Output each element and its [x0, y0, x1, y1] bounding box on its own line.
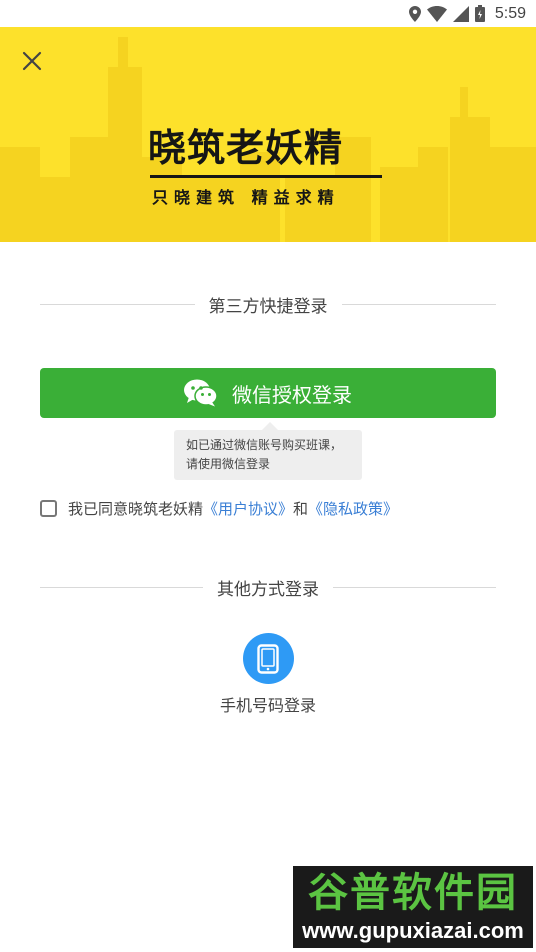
other-methods-divider: 其他方式登录: [40, 575, 496, 600]
battery-icon: [474, 5, 485, 22]
agreement-and: 和: [293, 500, 309, 518]
signal-icon: [452, 5, 469, 22]
divider-line: [40, 304, 195, 305]
site-watermark: 谷普软件园 www.gupuxiazai.com: [293, 866, 533, 948]
location-icon: [408, 5, 421, 22]
user-agreement-link[interactable]: 《用户协议》: [203, 498, 293, 519]
watermark-url: www.gupuxiazai.com: [302, 918, 524, 943]
brand-banner: 晓筑老妖精 只晓建筑 精益求精: [0, 27, 536, 242]
brand-logo: 晓筑老妖精 只晓建筑 精益求精: [148, 123, 392, 208]
third-party-login-title: 第三方快捷登录: [208, 297, 328, 317]
other-methods-title: 其他方式登录: [217, 580, 319, 600]
phone-icon: [257, 643, 279, 674]
wechat-icon: [184, 379, 218, 407]
wechat-tooltip: 如已通过微信账号购买班课，请使用微信登录: [174, 422, 362, 480]
agreement-checkbox[interactable]: [40, 500, 57, 517]
wifi-icon: [426, 5, 447, 22]
close-icon[interactable]: [18, 47, 46, 75]
wechat-login-button[interactable]: 微信授权登录: [40, 368, 496, 418]
status-bar: 5:59: [0, 0, 536, 27]
wechat-login-label: 微信授权登录: [232, 382, 352, 407]
logo-title: 晓筑老妖精: [148, 126, 344, 170]
logo-slogan: 只晓建筑 精益求精: [152, 188, 340, 207]
phone-login-button[interactable]: 手机号码登录: [218, 633, 318, 716]
third-party-login-divider: 第三方快捷登录: [40, 292, 496, 317]
status-time: 5:59: [494, 4, 526, 22]
agreement-prefix: 我已同意晓筑老妖精: [68, 500, 204, 518]
divider-line: [341, 304, 496, 305]
divider-line: [40, 587, 203, 588]
logo-rule: [150, 175, 382, 178]
phone-login-label: 手机号码登录: [219, 696, 316, 715]
watermark-title: 谷普软件园: [308, 870, 518, 916]
phone-login-circle[interactable]: [242, 633, 294, 684]
agreement-row: 我已同意晓筑老妖精 《用户协议》 和 《隐私政策》: [40, 498, 398, 519]
privacy-policy-link[interactable]: 《隐私政策》: [308, 498, 398, 519]
divider-line: [333, 587, 496, 588]
